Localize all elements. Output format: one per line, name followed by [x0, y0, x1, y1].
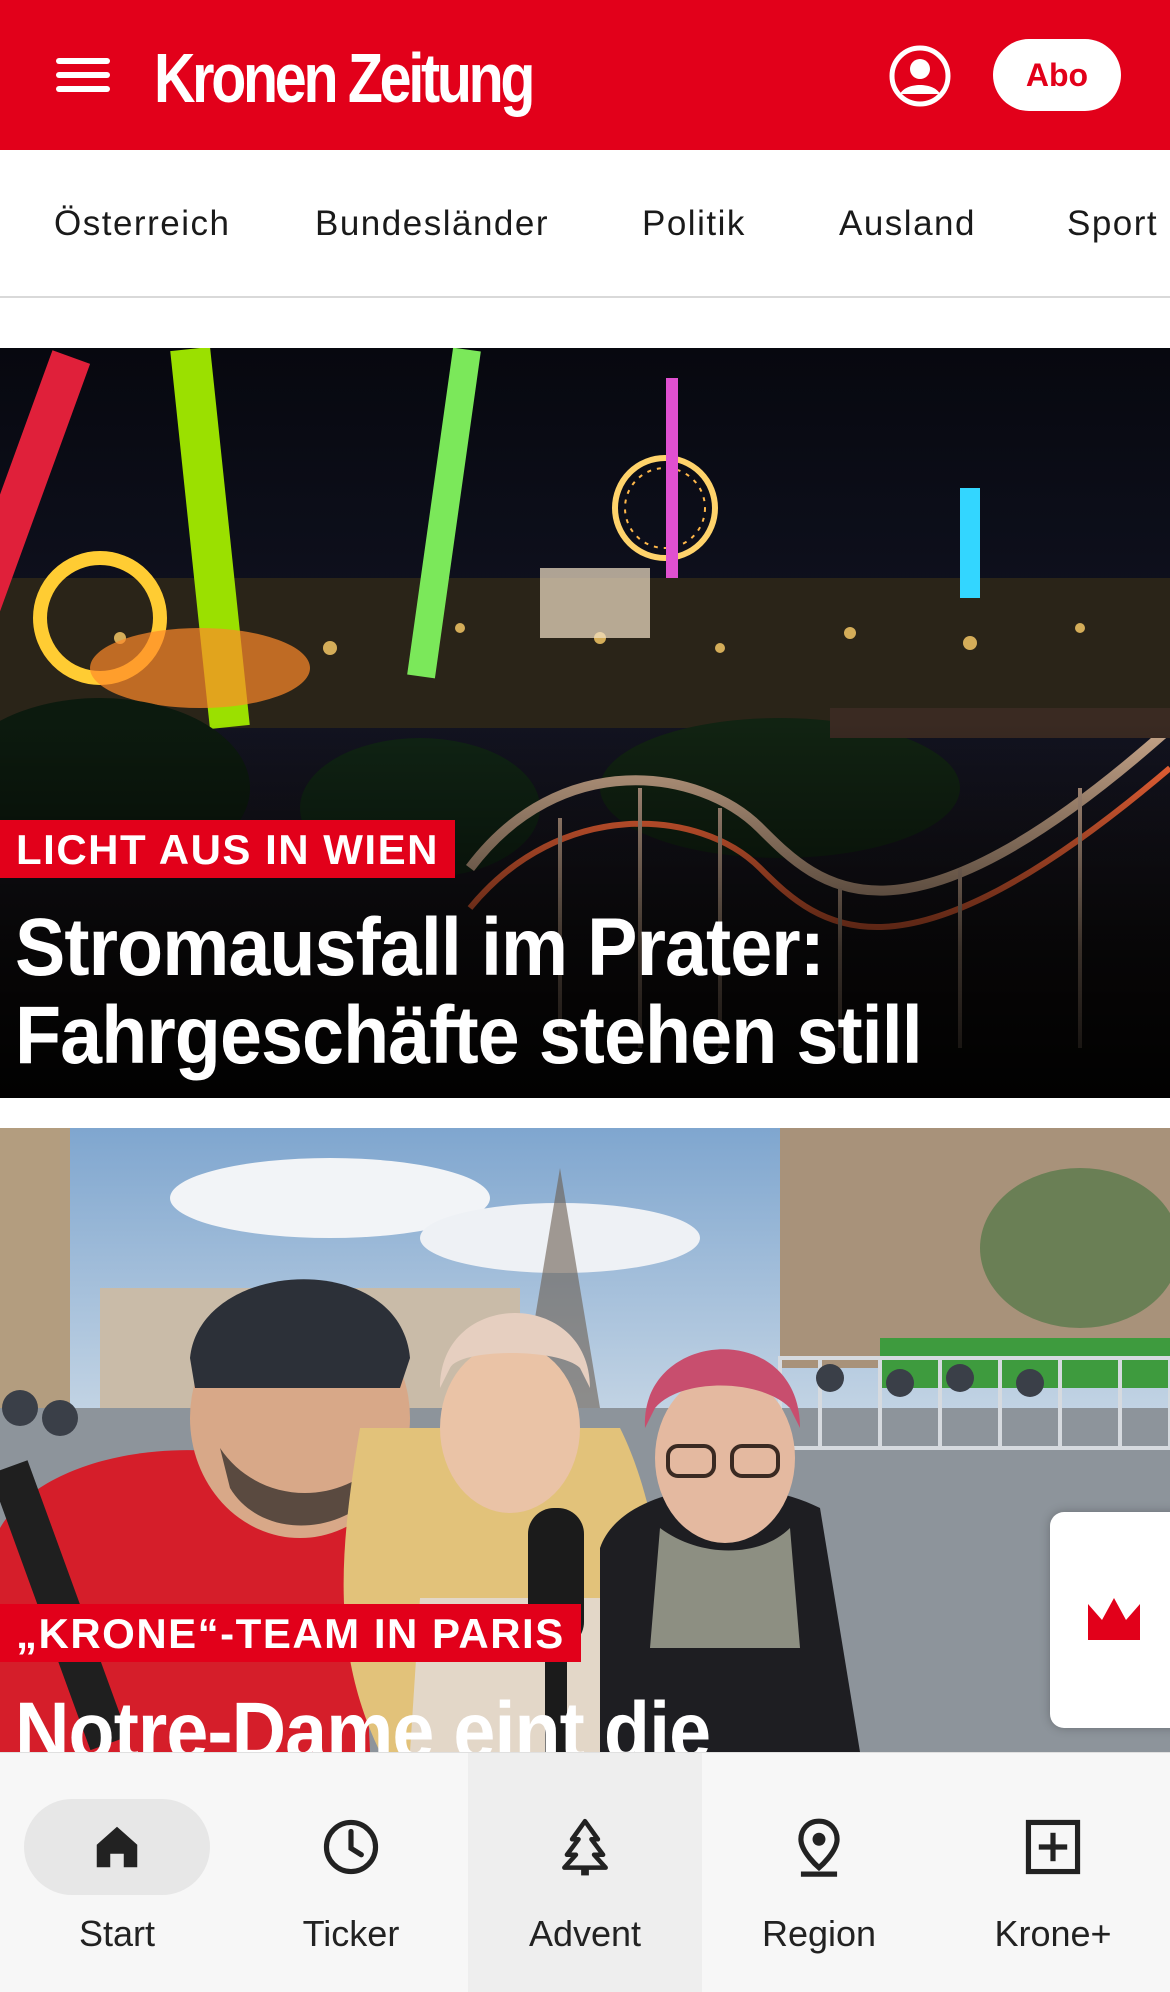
- article-headline-line1: Stromausfall im Prater:: [15, 902, 825, 993]
- nav-kroneplus[interactable]: Krone+: [936, 1753, 1170, 1992]
- krone-crown-icon: [1088, 1598, 1140, 1640]
- nav-kroneplus-icon-bg: [960, 1799, 1146, 1895]
- article-kicker: „KRONE“-TEAM IN PARIS: [0, 1604, 581, 1662]
- hamburger-menu-icon[interactable]: [52, 50, 114, 100]
- location-pin-icon: [798, 1818, 840, 1877]
- nav-start[interactable]: Start: [0, 1753, 234, 1992]
- tree-icon: [562, 1818, 608, 1876]
- nav-region-label: Region: [761, 1913, 877, 1954]
- home-icon: [96, 1826, 138, 1868]
- nav-advent-label: Advent: [528, 1913, 642, 1954]
- article-headline-line1: Notre-Dame eint die: [15, 1686, 711, 1753]
- abo-button[interactable]: Abo: [993, 39, 1121, 111]
- article-card-paris[interactable]: „KRONE“-TEAM IN PARIS Notre-Dame eint di…: [0, 1128, 1170, 1752]
- category-tab-sport[interactable]: Sport: [1067, 204, 1158, 244]
- category-nav: Österreich Bundesländer Politik Ausland …: [0, 150, 1170, 298]
- plus-box-icon: [1025, 1819, 1081, 1875]
- category-tab-bundeslaender[interactable]: Bundesländer: [315, 204, 549, 244]
- app-header: Kronen Zeitung Abo: [0, 0, 1170, 150]
- category-tab-ausland[interactable]: Ausland: [839, 204, 976, 244]
- nav-start-label: Start: [78, 1913, 156, 1954]
- nav-ticker-label: Ticker: [302, 1913, 400, 1954]
- nav-kroneplus-label: Krone+: [994, 1913, 1112, 1954]
- nav-region-icon-bg: [726, 1799, 912, 1895]
- bottom-navigation: Start Ticker Advent Region Krone+: [0, 1752, 1170, 1992]
- brand-logo[interactable]: Kronen Zeitung: [154, 38, 535, 118]
- account-icon[interactable]: [888, 44, 952, 108]
- article-card-prater[interactable]: LICHT AUS IN WIEN Stromausfall im Prater…: [0, 348, 1170, 1098]
- article-kicker: LICHT AUS IN WIEN: [0, 820, 455, 878]
- category-tab-oesterreich[interactable]: Österreich: [54, 204, 230, 244]
- krone-floating-widget[interactable]: [1050, 1512, 1170, 1728]
- clock-icon: [323, 1819, 379, 1875]
- category-tab-politik[interactable]: Politik: [642, 204, 746, 244]
- nav-start-icon-bg: [24, 1799, 210, 1895]
- nav-advent-icon-bg: [492, 1799, 678, 1895]
- nav-ticker[interactable]: Ticker: [234, 1753, 468, 1992]
- nav-advent[interactable]: Advent: [468, 1753, 702, 1992]
- nav-ticker-icon-bg: [258, 1799, 444, 1895]
- nav-region[interactable]: Region: [702, 1753, 936, 1992]
- article-headline-line2: Fahrgeschäfte stehen still: [15, 990, 923, 1081]
